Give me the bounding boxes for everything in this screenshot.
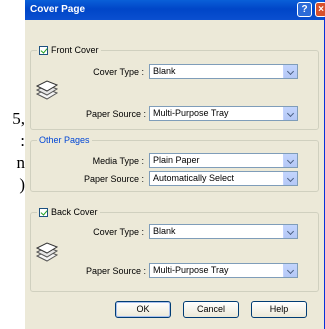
paper-stack-icon <box>35 242 59 262</box>
other-pages-group: Other Pages Media Type : Plain Paper Pap… <box>30 134 319 192</box>
chevron-down-icon[interactable] <box>283 65 297 78</box>
paper-stack-icon <box>35 80 59 100</box>
front-paper-source-label: Paper Source : <box>86 108 147 119</box>
front-cover-type-row: Cover Type : Blank <box>86 64 298 79</box>
other-pages-label: Other Pages <box>39 135 90 145</box>
back-cover-group: Back Cover Cover Type : Blank Paper Sour… <box>30 206 319 292</box>
chevron-down-icon[interactable] <box>283 264 297 277</box>
background-text-line: 5, <box>12 109 25 128</box>
front-cover-type-label: Cover Type : <box>93 66 144 77</box>
front-paper-source-select[interactable]: Multi-Purpose Tray <box>149 106 298 121</box>
background-text-line: ) <box>19 175 25 194</box>
other-paper-source-row: Paper Source : Automatically Select <box>79 171 298 186</box>
help-button[interactable]: Help <box>251 301 307 318</box>
background-document-text: 5, : n ) <box>0 108 25 196</box>
ok-button[interactable]: OK <box>115 301 171 318</box>
back-cover-type-select[interactable]: Blank <box>149 224 298 239</box>
front-paper-source-value: Multi-Purpose Tray <box>153 108 229 118</box>
back-cover-checkbox[interactable] <box>39 207 48 217</box>
front-cover-legend: Front Cover <box>37 44 101 56</box>
other-pages-legend: Other Pages <box>37 134 92 146</box>
background-text-line: n <box>16 153 26 172</box>
media-type-select[interactable]: Plain Paper <box>149 153 298 168</box>
media-type-label: Media Type : <box>92 155 144 166</box>
back-paper-source-select[interactable]: Multi-Purpose Tray <box>149 263 298 278</box>
close-icon[interactable]: × <box>315 2 325 17</box>
other-paper-source-label: Paper Source : <box>83 173 144 184</box>
chevron-down-icon[interactable] <box>283 154 297 167</box>
chevron-down-icon[interactable] <box>283 225 297 238</box>
title-bar: Cover Page ? × <box>25 0 325 20</box>
chevron-down-icon[interactable] <box>283 172 297 185</box>
other-paper-source-select[interactable]: Automatically Select <box>149 171 298 186</box>
cover-page-dialog: Cover Page ? × Front Cover Cover Type : … <box>25 0 325 329</box>
other-paper-source-value: Automatically Select <box>153 173 235 183</box>
background-text-line: : <box>20 131 25 150</box>
front-cover-group: Front Cover Cover Type : Blank Paper Sou… <box>30 44 319 130</box>
help-icon[interactable]: ? <box>297 2 312 17</box>
media-type-row: Media Type : Plain Paper <box>79 153 298 168</box>
back-cover-label[interactable]: Back Cover <box>51 206 98 218</box>
back-cover-type-label: Cover Type : <box>93 226 144 237</box>
dialog-title: Cover Page <box>30 4 86 15</box>
front-cover-type-value: Blank <box>153 66 176 76</box>
back-cover-legend: Back Cover <box>37 206 100 218</box>
chevron-down-icon[interactable] <box>283 107 297 120</box>
back-paper-source-value: Multi-Purpose Tray <box>153 265 229 275</box>
front-cover-checkbox[interactable] <box>39 45 48 55</box>
front-cover-label[interactable]: Front Cover <box>51 44 99 56</box>
back-cover-type-row: Cover Type : Blank <box>86 224 298 239</box>
cancel-button[interactable]: Cancel <box>183 301 239 318</box>
media-type-value: Plain Paper <box>153 155 200 165</box>
front-cover-type-select[interactable]: Blank <box>149 64 298 79</box>
back-cover-type-value: Blank <box>153 226 176 236</box>
front-paper-source-row: Paper Source : Multi-Purpose Tray <box>86 106 298 121</box>
back-paper-source-label: Paper Source : <box>86 265 147 276</box>
back-paper-source-row: Paper Source : Multi-Purpose Tray <box>86 263 298 278</box>
